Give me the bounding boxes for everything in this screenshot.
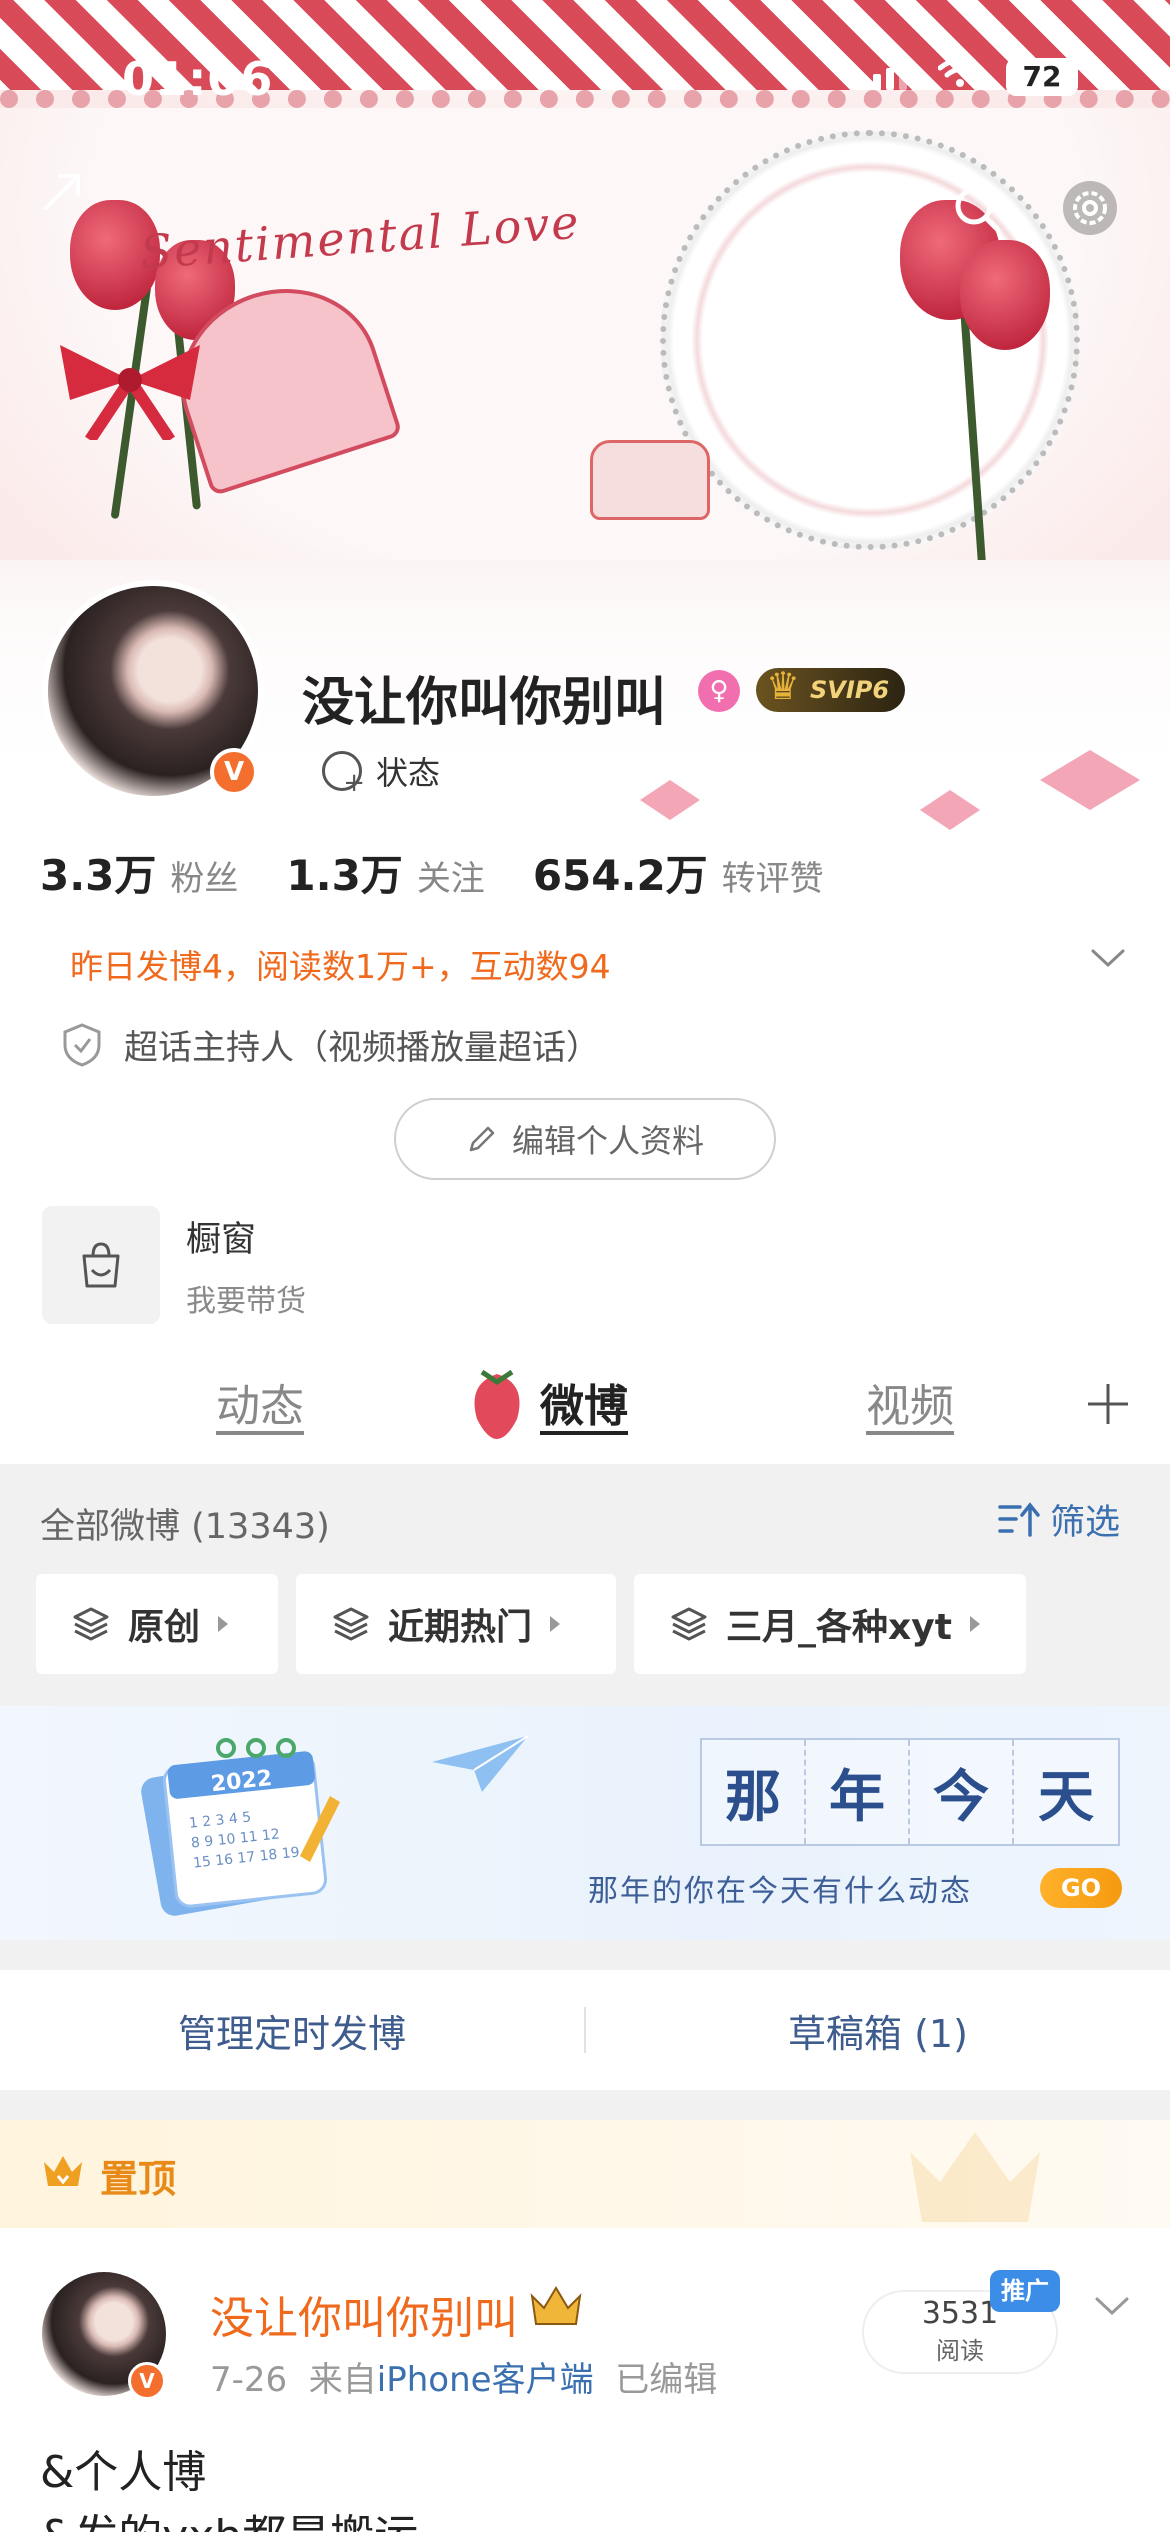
stat-number: 3.3万 xyxy=(40,851,157,900)
banner-tulip xyxy=(960,240,1050,350)
stat-label: 关注 xyxy=(416,859,485,899)
filter-label: 筛选 xyxy=(1050,1503,1121,1543)
vip-crown-icon xyxy=(530,2286,582,2325)
layers-icon xyxy=(333,1607,369,1641)
filter-button[interactable]: 筛选 xyxy=(998,1494,1120,1545)
tab-video[interactable]: 视频 xyxy=(866,1370,954,1434)
bows-decoration xyxy=(640,750,1140,830)
plus-icon[interactable] xyxy=(1084,1380,1132,1428)
paper-plane-icon xyxy=(432,1735,529,1792)
post-date: 7-26 xyxy=(210,2360,288,2400)
verified-badge: V xyxy=(210,748,258,796)
chevron-down-icon[interactable] xyxy=(1090,946,1126,970)
pinned-label: 置顶 xyxy=(100,2157,177,2201)
chip-recent-hot[interactable]: 近期热门 xyxy=(296,1574,616,1674)
status-button[interactable]: 状态 xyxy=(322,748,441,798)
crown-watermark xyxy=(910,2132,1040,2222)
expand-icon[interactable] xyxy=(40,170,84,214)
profile-stats: 3.3万 粉丝 1.3万 关注 654.2万 转评赞 xyxy=(40,842,824,903)
memory-title-char: 天 xyxy=(1014,1740,1118,1844)
signal-icon xyxy=(860,62,907,90)
shopping-bag-icon xyxy=(82,1242,120,1288)
shield-icon xyxy=(63,1022,101,1067)
verified-badge: V xyxy=(128,2362,166,2400)
tab-dynamic[interactable]: 动态 xyxy=(216,1370,304,1434)
drafts-button[interactable]: 草稿箱 (1) xyxy=(586,2003,1170,2058)
shop-box xyxy=(42,1206,160,1324)
supertopic-host[interactable]: 超话主持人（视频播放量超话） xyxy=(62,1020,600,1069)
layers-icon xyxy=(73,1607,109,1641)
chip-march[interactable]: 三月_各种xyt xyxy=(634,1574,1026,1674)
post-from: 来自 xyxy=(308,2360,377,2400)
crown-icon xyxy=(44,2156,82,2186)
stat-number: 654.2万 xyxy=(532,851,708,900)
bow-icon xyxy=(60,345,200,440)
host-text: 超话主持人（视频播放量超话） xyxy=(124,1028,600,1068)
status-label: 状态 xyxy=(376,754,441,792)
female-icon: ♀ xyxy=(698,670,740,712)
post-source[interactable]: iPhone客户端 xyxy=(377,2360,594,2400)
memory-title-char: 年 xyxy=(806,1740,910,1844)
stat-label: 粉丝 xyxy=(170,859,239,899)
sort-icon xyxy=(998,1501,1040,1537)
post-edited: 已编辑 xyxy=(615,2360,718,2400)
calendar-icon: 2022 1 2 3 4 58 9 10 11 1215 16 17 18 19 xyxy=(141,1738,340,1916)
banner-cake xyxy=(590,440,710,520)
search-icon[interactable] xyxy=(950,182,1004,236)
stat-following[interactable]: 1.3万 关注 xyxy=(286,842,484,903)
edit-profile-label: 编辑个人资料 xyxy=(511,1122,704,1160)
triangle-right-icon xyxy=(550,1616,561,1632)
stat-fans[interactable]: 3.3万 粉丝 xyxy=(40,842,238,903)
promote-badge[interactable]: 推广 xyxy=(990,2270,1060,2312)
username: 没让你叫你别叫 xyxy=(302,673,667,733)
memory-go-button[interactable]: GO xyxy=(1040,1868,1122,1908)
yesterday-summary[interactable]: 昨日发博4，阅读数1万+，互动数94 xyxy=(70,940,611,988)
gear-icon[interactable] xyxy=(1060,178,1120,238)
shop-window[interactable]: 橱窗 我要带货 xyxy=(42,1206,306,1324)
stat-label: 转评赞 xyxy=(721,859,824,899)
post-text-line: &个人博 xyxy=(40,2447,207,2498)
shop-subtitle: 我要带货 xyxy=(186,1283,306,1319)
smile-plus-icon xyxy=(322,751,365,798)
triangle-right-icon xyxy=(218,1616,229,1632)
battery-icon: 72 xyxy=(1006,58,1078,96)
pencil-icon xyxy=(469,1126,495,1152)
read-label: 阅读 xyxy=(936,2337,984,2365)
tab-weibo[interactable]: 微博 xyxy=(540,1370,628,1434)
post-author[interactable]: 没让你叫你别叫 xyxy=(210,2282,518,2346)
edit-profile-button[interactable]: 编辑个人资料 xyxy=(394,1098,776,1180)
memory-title-char: 那 xyxy=(702,1740,806,1844)
status-bar: 01:06 72 xyxy=(0,0,1170,150)
svip-badge[interactable]: SVIP6 xyxy=(756,664,906,712)
memory-title-char: 今 xyxy=(910,1740,1014,1844)
layers-icon xyxy=(671,1607,707,1641)
stat-number: 1.3万 xyxy=(286,851,403,900)
post-text-line: &发的yxh都是搬运 xyxy=(40,2500,418,2532)
category-chips: 原创 近期热门 三月_各种xyt xyxy=(36,1574,1026,1674)
strawberry-icon xyxy=(474,1369,520,1439)
scheduled-posts-button[interactable]: 管理定时发博 xyxy=(0,2003,584,2058)
memory-title: 那 年 今 天 xyxy=(700,1738,1120,1846)
chip-label: 原创 xyxy=(128,1607,201,1648)
chevron-down-icon[interactable] xyxy=(1094,2294,1130,2318)
clock: 01:06 xyxy=(122,52,274,106)
chip-original[interactable]: 原创 xyxy=(36,1574,278,1674)
chip-label: 三月_各种xyt xyxy=(726,1607,952,1648)
profile-page: Sentimental Love 01:06 72 V 没让你叫你别叫 ♀ ♛ … xyxy=(0,0,1170,2532)
chip-label: 近期热门 xyxy=(388,1607,533,1648)
shop-title: 橱窗 xyxy=(186,1219,257,1260)
memory-subtitle: 那年的你在今天有什么动态 xyxy=(588,1874,972,1909)
triangle-right-icon xyxy=(969,1616,980,1632)
all-weibo-count: 全部微博 (13343) xyxy=(40,1507,330,1547)
post-meta: 7-26 来自iPhone客户端 已编辑 xyxy=(210,2352,717,2401)
stat-likes[interactable]: 654.2万 转评赞 xyxy=(533,842,824,903)
profile-tabs: 动态 微博 视频 xyxy=(0,1340,1170,1464)
post-actions: 管理定时发博 草稿箱 (1) xyxy=(0,1970,1170,2090)
wifi-icon xyxy=(938,58,982,87)
